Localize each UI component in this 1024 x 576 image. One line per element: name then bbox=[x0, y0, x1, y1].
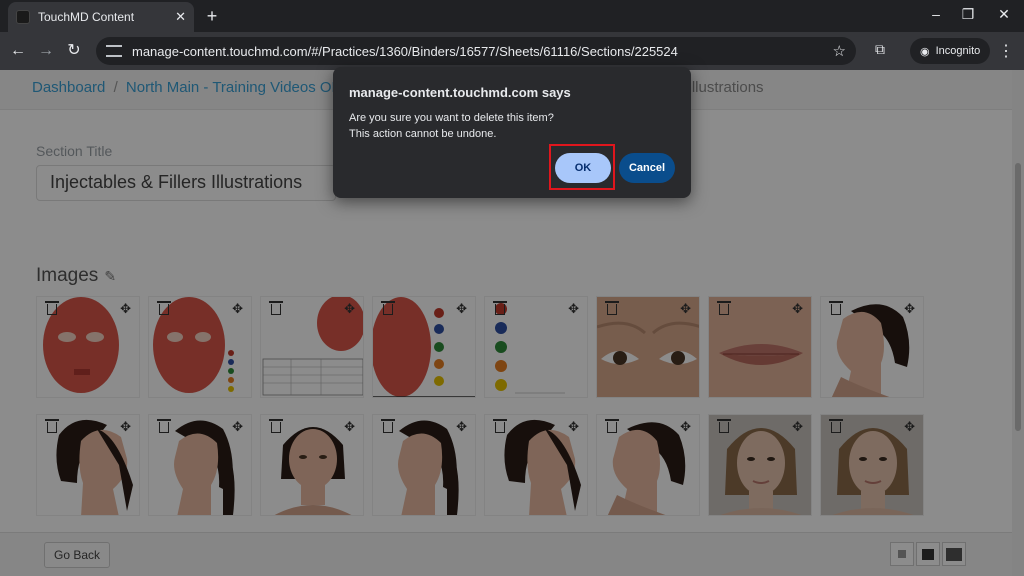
window-close-icon[interactable]: ✕ bbox=[994, 6, 1014, 23]
dialog-message-line1: Are you sure you want to delete this ite… bbox=[349, 112, 554, 124]
reload-icon[interactable]: ↻ bbox=[64, 41, 84, 61]
dialog-title: manage-content.touchmd.com says bbox=[349, 85, 571, 100]
cancel-button[interactable]: Cancel bbox=[619, 153, 675, 183]
restore-icon[interactable]: ❐ bbox=[958, 6, 978, 23]
address-bar[interactable]: manage-content.touchmd.com/#/Practices/1… bbox=[96, 37, 856, 65]
dialog-message-line2: This action cannot be undone. bbox=[349, 128, 497, 140]
url-text: manage-content.touchmd.com/#/Practices/1… bbox=[132, 43, 678, 59]
new-tab-icon[interactable]: + bbox=[202, 6, 222, 26]
site-info-icon[interactable] bbox=[106, 45, 122, 57]
forward-icon[interactable]: → bbox=[36, 41, 56, 61]
confirm-dialog: manage-content.touchmd.com says Are you … bbox=[333, 67, 691, 198]
incognito-icon: ◉ bbox=[920, 45, 930, 58]
tab-search-icon[interactable]: ⧉ bbox=[870, 41, 890, 58]
minimize-icon[interactable]: – bbox=[926, 6, 946, 22]
ok-button[interactable]: OK bbox=[555, 153, 611, 183]
tab-title: TouchMD Content bbox=[38, 10, 135, 24]
favicon-icon bbox=[16, 10, 30, 24]
dialog-message: Are you sure you want to delete this ite… bbox=[349, 110, 554, 142]
tab-strip: TouchMD Content ✕ + – ❐ ✕ bbox=[0, 0, 1024, 32]
bookmark-star-icon[interactable]: ☆ bbox=[833, 42, 846, 60]
incognito-label: Incognito bbox=[935, 45, 981, 57]
browser-toolbar: ← → ↻ manage-content.touchmd.com/#/Pract… bbox=[0, 32, 1024, 70]
browser-tab[interactable]: TouchMD Content ✕ bbox=[8, 2, 194, 32]
browser-menu-icon[interactable]: ⋮ bbox=[998, 41, 1014, 61]
back-icon[interactable]: ← bbox=[8, 41, 28, 61]
incognito-badge[interactable]: ◉ Incognito bbox=[910, 38, 991, 64]
tab-close-icon[interactable]: ✕ bbox=[175, 9, 186, 25]
